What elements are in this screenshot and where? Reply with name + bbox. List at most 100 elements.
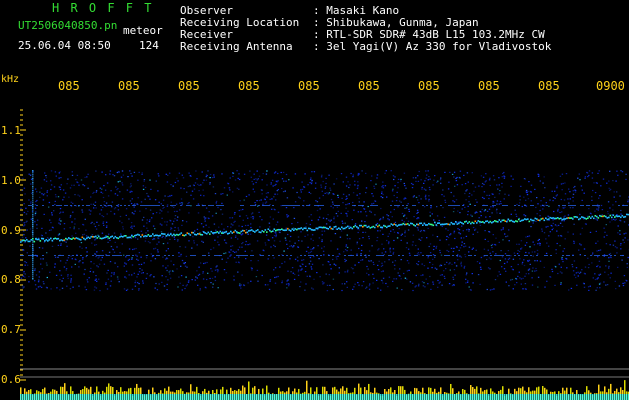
noise-dot — [180, 253, 182, 255]
band-dot — [380, 255, 382, 256]
noise-dot — [214, 193, 217, 195]
noise-dot — [94, 239, 96, 241]
stripe-dot — [32, 184, 34, 186]
trace-dot — [384, 225, 387, 228]
noise-dot — [460, 237, 462, 239]
band-dot — [264, 205, 266, 206]
noise-dot — [397, 206, 399, 208]
trace-dot — [501, 219, 504, 222]
noise-dot — [152, 225, 155, 227]
noise-dot — [472, 183, 474, 185]
noise-dot — [169, 277, 172, 279]
noise-dot — [561, 225, 564, 227]
noise-dot — [84, 218, 86, 220]
noise-dot — [445, 268, 447, 270]
noise-dot — [51, 245, 54, 247]
band-dot — [68, 255, 70, 256]
noise-dot — [452, 278, 455, 280]
noise-dot — [337, 210, 339, 212]
band-dot — [406, 205, 408, 206]
band-dot — [484, 205, 486, 206]
noise-dot — [311, 263, 314, 265]
trace-dot — [167, 233, 169, 236]
noise-dot — [202, 272, 204, 274]
trace-dot — [269, 229, 271, 232]
band-dot — [308, 205, 310, 206]
band-dot — [484, 255, 486, 256]
noise-dot — [412, 289, 414, 292]
noise-dot — [431, 267, 433, 269]
noise-dot — [341, 220, 343, 222]
noise-dot — [138, 283, 140, 285]
noise-dot — [514, 209, 516, 211]
trace-dot — [107, 235, 109, 238]
noise-dot — [109, 173, 111, 175]
amplitude-bar — [400, 394, 402, 400]
trace-dot — [498, 219, 501, 221]
noise-dot — [432, 263, 434, 266]
amplitude-bar — [584, 394, 586, 400]
noise-dot — [459, 233, 462, 235]
noise-dot — [569, 198, 571, 200]
noise-dot — [148, 220, 151, 223]
amplitude-bar — [508, 394, 510, 400]
noise-dot — [345, 244, 348, 246]
noise-dot — [154, 228, 156, 230]
noise-dot — [328, 261, 330, 263]
trace-dot — [560, 217, 562, 220]
noise-dot — [257, 260, 259, 262]
noise-dot — [556, 185, 558, 187]
amplitude-bar — [394, 394, 396, 400]
noise-dot — [192, 198, 195, 200]
noise-dot — [416, 212, 418, 214]
noise-dot — [105, 202, 108, 204]
trace-dot — [92, 236, 94, 238]
noise-dot — [564, 193, 567, 195]
trace-dot — [495, 220, 498, 223]
band-dot — [100, 205, 102, 206]
amplitude-bars — [20, 380, 629, 400]
trace-dot — [488, 221, 490, 224]
trace-dot — [201, 234, 204, 236]
trace-dot — [227, 233, 229, 235]
amplitude-bar — [78, 394, 80, 400]
noise-dot — [561, 272, 563, 274]
trace-dot — [24, 240, 27, 242]
noise-dot — [40, 187, 43, 189]
trace-dot — [395, 224, 397, 226]
noise-dot — [345, 245, 347, 248]
noise-dot — [34, 207, 37, 209]
noise-dot — [408, 210, 410, 212]
noise-dot — [164, 221, 166, 223]
band-dot — [150, 205, 152, 206]
noise-dot — [391, 216, 393, 218]
noise-dot — [149, 275, 151, 277]
amplitude-bar — [144, 394, 146, 400]
noise-dot — [114, 207, 117, 209]
band-dot — [108, 255, 110, 256]
noise-dot — [453, 201, 456, 203]
noise-dot — [245, 195, 248, 198]
noise-dot — [425, 177, 427, 179]
band-dot — [288, 205, 290, 206]
noise-dot — [456, 184, 459, 186]
trace-dot — [350, 226, 352, 229]
noise-dot — [238, 246, 241, 248]
noise-dot — [468, 192, 471, 194]
band-dot — [272, 205, 274, 206]
noise-dot — [459, 212, 461, 214]
noise-dot — [534, 270, 536, 272]
noise-dot — [346, 213, 348, 215]
amplitude-bar — [180, 394, 182, 400]
trace-dot — [456, 223, 459, 225]
noise-dot — [579, 254, 581, 256]
stripe-dot — [32, 228, 34, 230]
noise-dot — [500, 203, 502, 205]
noise-dot — [560, 235, 563, 237]
amplitude-bar — [580, 394, 582, 400]
band-dot — [88, 205, 90, 206]
noise-dot — [166, 289, 168, 291]
noise-dot — [586, 171, 588, 174]
band-dot — [492, 205, 494, 206]
noise-dot — [297, 260, 299, 262]
